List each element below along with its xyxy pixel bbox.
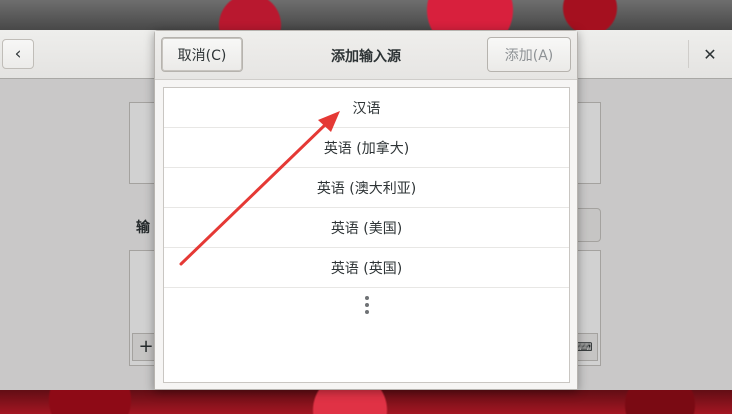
annotation-arrow (179, 111, 340, 266)
arrow-shaft (179, 122, 328, 266)
